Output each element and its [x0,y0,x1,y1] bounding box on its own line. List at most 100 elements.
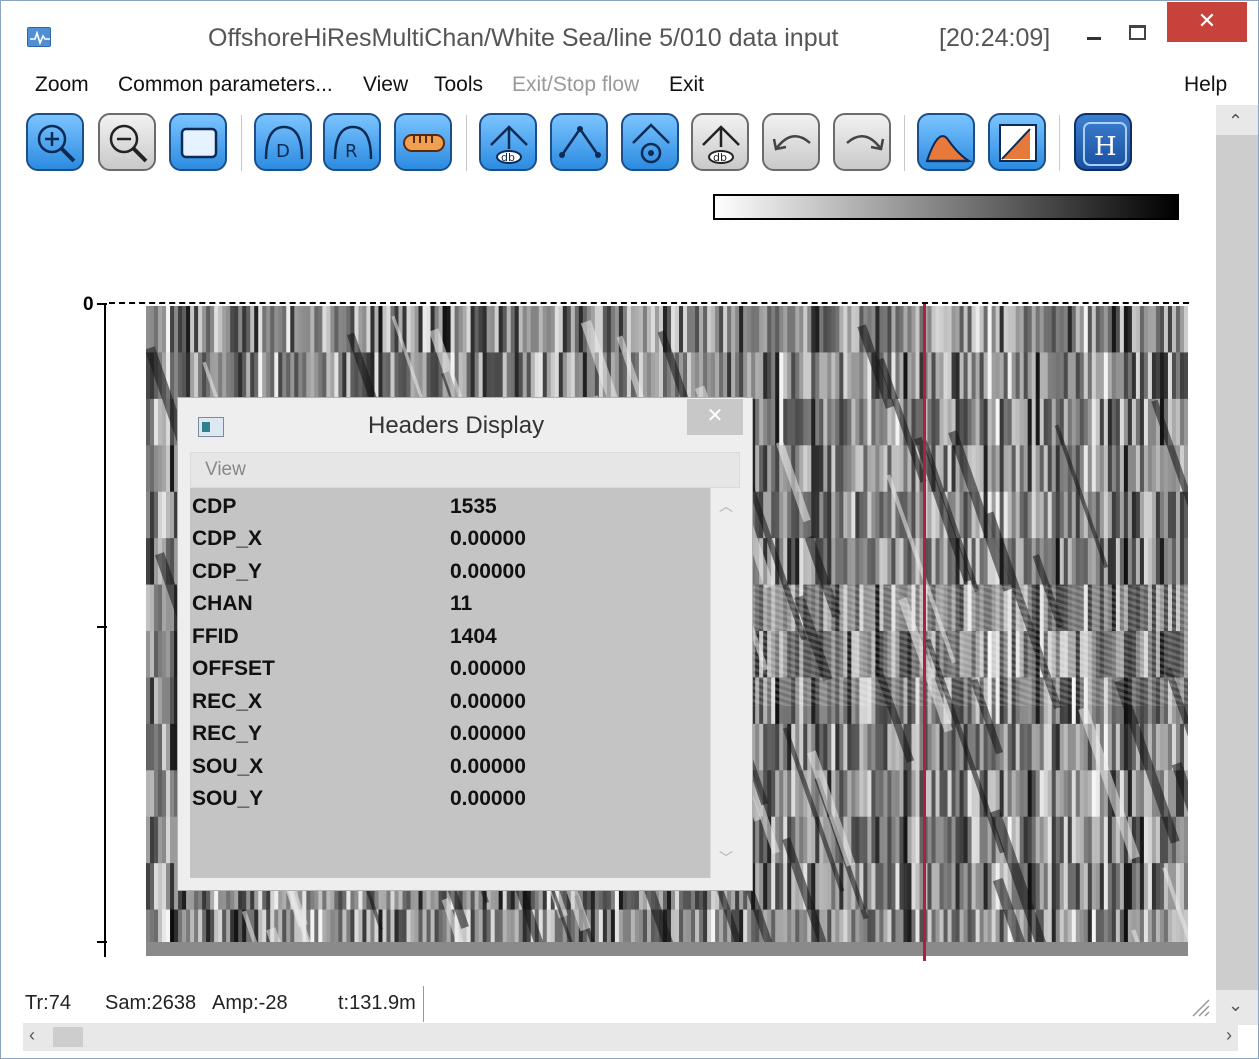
amplitude-spectrum-button[interactable] [917,113,975,171]
menu-exit-stop-flow[interactable]: Exit/Stop flow [512,73,639,97]
header-row: SOU_Y 0.00000 [190,784,710,816]
pick-db-icon: db [490,125,528,164]
header-value: 0.00000 [450,527,526,550]
status-message-field [423,986,1193,1022]
svg-text:db: db [501,151,515,164]
headers-button[interactable]: H [1074,113,1132,171]
vertical-scrollbar[interactable]: ⌃ ⌄ [1216,105,1258,1025]
r-tool-icon: R [333,125,373,162]
header-key: CDP_X [192,527,263,550]
scroll-right-icon[interactable]: › [1226,1025,1232,1046]
chevron-down-icon[interactable]: ﹀ [719,848,733,868]
undo-button[interactable] [762,113,820,171]
header-key: SOU_X [192,755,264,778]
header-key: CDP [192,495,237,518]
header-row: CHAN 11 [190,589,710,621]
menu-common-parameters[interactable]: Common parameters... [118,73,333,97]
amplitude-spectrum-icon [925,135,973,163]
time-axis-zero-label: 0 [83,294,94,315]
header-key: FFID [192,625,239,648]
toolbar-separator [466,115,467,171]
header-row: REC_X 0.00000 [190,687,710,719]
dialog-menu-bar: View [190,452,740,488]
zoom-out-icon [109,124,148,163]
header-value: 0.00000 [450,787,526,810]
undo-icon [772,135,811,151]
resize-grip-icon[interactable] [1189,996,1211,1018]
header-row: REC_Y 0.00000 [190,719,710,751]
vertical-scroll-thumb[interactable] [1216,135,1258,990]
scroll-down-icon[interactable]: ⌄ [1228,995,1243,1016]
menu-tools[interactable]: Tools [434,73,483,97]
ruler-button[interactable] [394,113,452,171]
maximize-button[interactable] [1121,15,1151,49]
status-amplitude: Amp:-28 [212,992,288,1014]
status-time: t:131.9m [338,992,416,1014]
horizontal-scroll-thumb[interactable] [53,1027,83,1047]
window-time: [20:24:09] [939,24,1051,52]
title-bar[interactable]: OffshoreHiResMultiChan/White Sea/line 5/… [1,1,1258,69]
dialog-menu-view[interactable]: View [205,459,246,481]
color-scale-bar [713,194,1179,220]
menu-zoom[interactable]: Zoom [35,73,89,97]
header-value: 1535 [450,495,497,518]
status-trace: Tr:74 [25,992,71,1014]
menu-view[interactable]: View [363,73,408,97]
svg-text:H: H [1094,132,1117,162]
pick-line-button[interactable] [550,113,608,171]
pick-line-icon [559,126,601,158]
close-icon: ✕ [1197,8,1217,33]
header-value: 0.00000 [450,560,526,583]
header-row: CDP 1535 [190,492,710,524]
dialog-scrollbar[interactable]: ︿ ﹀ [710,488,740,878]
d-tool-button[interactable]: D [254,113,312,171]
header-row: CDP_X 0.00000 [190,524,710,556]
window-title: OffshoreHiResMultiChan/White Sea/line 5/… [208,24,839,52]
zoom-in-icon [37,124,76,163]
dialog-close-button[interactable]: ✕ [687,399,743,435]
app-icon [27,27,51,47]
header-row: SOU_X 0.00000 [190,752,710,784]
time-axis-tick [97,941,107,943]
redo-button[interactable] [833,113,891,171]
zoom-fit-button[interactable] [169,113,227,171]
header-row: FFID 1404 [190,622,710,654]
zoom-out-button[interactable] [98,113,156,171]
zoom-fit-icon [180,127,218,159]
save-pick-db-button[interactable]: db [691,113,749,171]
header-value: 0.00000 [450,755,526,778]
header-value: 1404 [450,625,497,648]
fk-spectrum-button[interactable] [988,113,1046,171]
status-sample: Sam:2638 [105,992,197,1014]
dialog-title: Headers Display [368,412,545,439]
pick-settings-button[interactable] [621,113,679,171]
pick-db-button[interactable]: db [479,113,537,171]
scroll-up-icon[interactable]: ⌃ [1228,111,1243,132]
fk-spectrum-icon [999,124,1037,162]
horizontal-scrollbar[interactable]: ‹ › [23,1023,1238,1051]
headers-display-dialog[interactable]: Headers Display ✕ View CDP 1535 CDP_X 0.00… [177,397,753,891]
save-pick-db-icon: db [702,125,740,164]
header-list: CDP 1535 CDP_X 0.00000 CDP_Y 0.00000 CHAN 11… [190,488,710,878]
menu-exit[interactable]: Exit [669,73,704,97]
chevron-up-icon[interactable]: ︿ [719,496,733,516]
close-button[interactable]: ✕ [1167,2,1247,42]
header-key: CDP_Y [192,560,263,583]
redo-icon [846,135,885,151]
toolbar-separator [904,115,905,171]
scroll-left-icon[interactable]: ‹ [29,1025,35,1046]
close-icon: ✕ [706,405,724,427]
dialog-window-icon [198,417,224,437]
minimize-button[interactable] [1079,15,1109,49]
header-value: 0.00000 [450,690,526,713]
d-tool-icon: D [264,125,304,162]
r-tool-button[interactable]: R [323,113,381,171]
header-key: CHAN [192,592,253,615]
zoom-in-button[interactable] [26,113,84,171]
time-axis-tick [97,626,107,628]
menu-help[interactable]: Help [1184,73,1227,97]
svg-text:D: D [276,141,290,162]
time-axis-tick [97,303,107,305]
toolbar-separator [241,115,242,171]
header-row: OFFSET 0.00000 [190,654,710,686]
